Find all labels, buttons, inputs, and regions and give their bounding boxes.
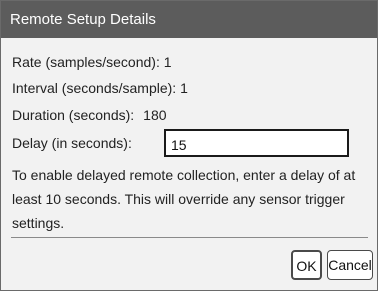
cancel-button[interactable]: Cancel	[327, 250, 373, 280]
dialog-title: Remote Setup Details	[1, 1, 377, 38]
duration-label: Duration (seconds):	[12, 107, 135, 123]
duration-value: 180	[143, 107, 167, 123]
ok-button[interactable]: OK	[291, 250, 322, 280]
delay-input[interactable]	[164, 129, 349, 157]
delay-label: Delay (in seconds):	[12, 135, 132, 151]
remote-setup-dialog: Remote Setup Details Rate (samples/secon…	[0, 0, 378, 291]
divider	[11, 237, 368, 238]
duration-row: Duration (seconds): 180	[12, 107, 167, 123]
delay-description: To enable delayed remote collection, ent…	[12, 167, 356, 231]
interval-label: Interval (seconds/sample): 1	[12, 80, 188, 96]
rate-label: Rate (samples/second): 1	[12, 54, 172, 70]
